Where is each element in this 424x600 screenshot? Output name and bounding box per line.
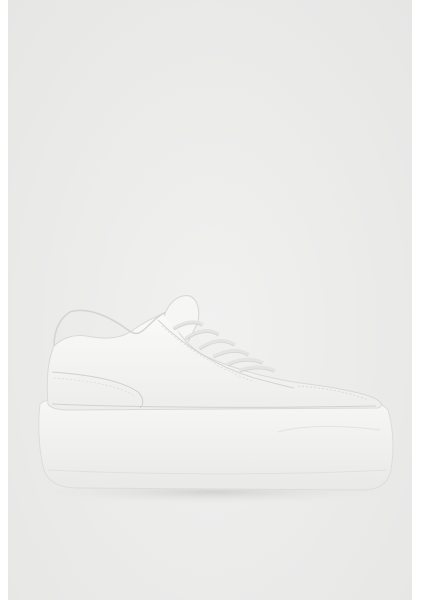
sneaker-upper xyxy=(46,311,382,411)
product-photo xyxy=(8,0,412,600)
sneaker-illustration xyxy=(33,295,394,504)
product-image-frame xyxy=(0,0,424,600)
